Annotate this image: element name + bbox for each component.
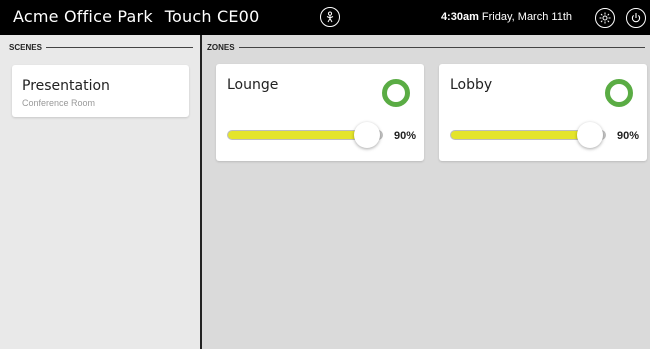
scenes-panel: SCENES Presentation Conference Room: [0, 35, 200, 349]
zones-heading-rule: [238, 47, 645, 48]
zone-level-fill: [451, 131, 590, 139]
zone-card-lobby[interactable]: Lobby 90%: [439, 64, 647, 161]
sun-icon[interactable]: [595, 8, 615, 28]
scenes-heading-rule: [45, 47, 193, 48]
header-title: Acme Office Park Touch CE00: [13, 7, 259, 26]
scene-title: Presentation: [22, 78, 110, 94]
zone-level-slider-thumb[interactable]: [577, 122, 604, 148]
zone-status-ring[interactable]: [605, 79, 633, 107]
zone-level-value: 90%: [393, 130, 416, 142]
zone-level-fill: [228, 131, 367, 139]
zone-status-ring[interactable]: [382, 79, 410, 107]
device-name: Touch CE00: [164, 7, 260, 26]
zones-heading-label: ZONES: [207, 43, 235, 52]
zones-panel: ZONES Lounge 90% Lobby 90%: [202, 35, 650, 349]
datetime: 4:30am Friday, March 11th: [441, 11, 572, 23]
date-value: Friday, March 11th: [481, 11, 572, 23]
top-bar: Acme Office Park Touch CE00 4:30am Friday…: [0, 0, 650, 35]
zone-name: Lobby: [450, 77, 493, 93]
time-value: 4:30am: [440, 11, 479, 23]
scenes-heading-label: SCENES: [9, 43, 42, 52]
zone-level-value: 90%: [616, 130, 639, 142]
zone-name: Lounge: [227, 77, 279, 93]
person-icon[interactable]: [320, 7, 340, 27]
site-name: Acme Office Park: [13, 7, 153, 26]
zone-level-slider-thumb[interactable]: [354, 122, 381, 148]
scenes-heading: SCENES: [9, 43, 193, 52]
zone-card-lounge[interactable]: Lounge 90%: [216, 64, 424, 161]
power-icon[interactable]: [626, 8, 646, 28]
zones-heading: ZONES: [207, 43, 645, 52]
scene-subtitle: Conference Room: [22, 98, 96, 108]
scene-card-presentation[interactable]: Presentation Conference Room: [12, 65, 189, 117]
